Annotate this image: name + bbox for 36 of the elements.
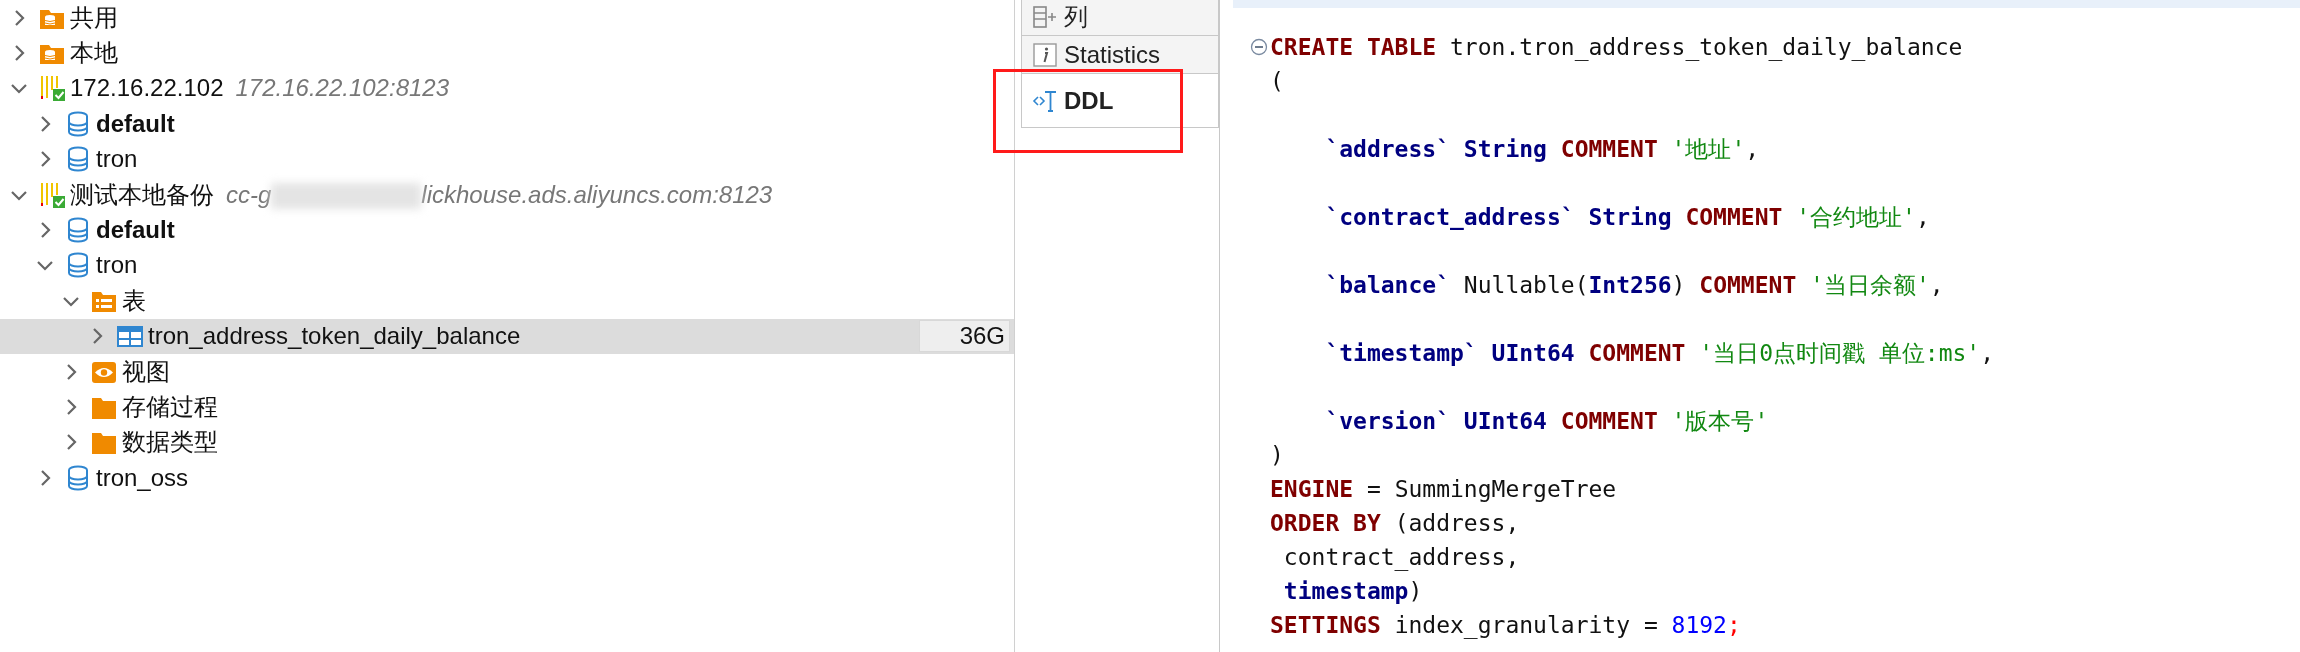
tree-item[interactable]: tron bbox=[0, 141, 1014, 177]
code-line: `timestamp` UInt64 COMMENT '当日0点时间戳 单位:ms', bbox=[1324, 338, 1995, 368]
info-icon bbox=[1032, 41, 1058, 68]
tree-item[interactable]: 视图 bbox=[0, 353, 1014, 390]
code-line: `contract_address` String COMMENT '合约地址', bbox=[1324, 202, 1930, 232]
size-badge: 36G bbox=[918, 320, 1010, 353]
code-line: ENGINE = SummingMergeTree bbox=[1270, 474, 1617, 504]
code-line: CREATE TABLE tron.tron_address_token_daily_balance bbox=[1270, 32, 1963, 63]
code-line: ) bbox=[1270, 440, 1284, 470]
tab[interactable]: DDL bbox=[1021, 74, 1219, 128]
code-line: `version` UInt64 COMMENT '版本号' bbox=[1324, 406, 1769, 436]
tree-item[interactable]: 本地 bbox=[0, 35, 1014, 71]
server-connection-icon bbox=[38, 74, 66, 103]
tab[interactable]: 列 bbox=[1021, 0, 1219, 36]
tree-item[interactable]: 172.16.22.102 172.16.22.102:8123 bbox=[0, 70, 1014, 107]
code-line: `address` String COMMENT '地址', bbox=[1324, 134, 1760, 164]
tree-item[interactable]: 表 bbox=[0, 283, 1014, 319]
tree-item[interactable]: 数据类型 bbox=[0, 424, 1014, 461]
tree-item[interactable]: tron_oss bbox=[0, 460, 1014, 496]
tab[interactable]: Statistics bbox=[1021, 36, 1219, 74]
tree-item[interactable]: 存储过程 bbox=[0, 389, 1014, 425]
code-line: contract_address, bbox=[1282, 542, 1520, 573]
columns-icon bbox=[1032, 3, 1058, 30]
code-line: ( bbox=[1270, 66, 1284, 96]
tree-item[interactable]: tron_address_token_daily_balance 36G bbox=[0, 318, 1014, 354]
code-line: timestamp) bbox=[1282, 576, 1423, 606]
code-line: `balance` Nullable(Int256) COMMENT '当日余额', bbox=[1324, 270, 1944, 300]
tree-item[interactable]: default bbox=[0, 212, 1014, 248]
tree-item[interactable]: 共用 bbox=[0, 0, 1014, 36]
code-line: SETTINGS index_granularity = 8192; bbox=[1270, 610, 1741, 641]
tree-item[interactable]: 测试本地备份 cc-g lickhouse.ads.aliyuncs.com:8123 bbox=[0, 176, 1014, 213]
collapse-icon[interactable] bbox=[1250, 38, 1268, 56]
code-line: ORDER BY (address, bbox=[1270, 508, 1520, 538]
tree-item[interactable]: tron bbox=[0, 247, 1014, 284]
tree-item[interactable]: default bbox=[0, 106, 1014, 142]
server-connection-icon bbox=[38, 180, 66, 209]
